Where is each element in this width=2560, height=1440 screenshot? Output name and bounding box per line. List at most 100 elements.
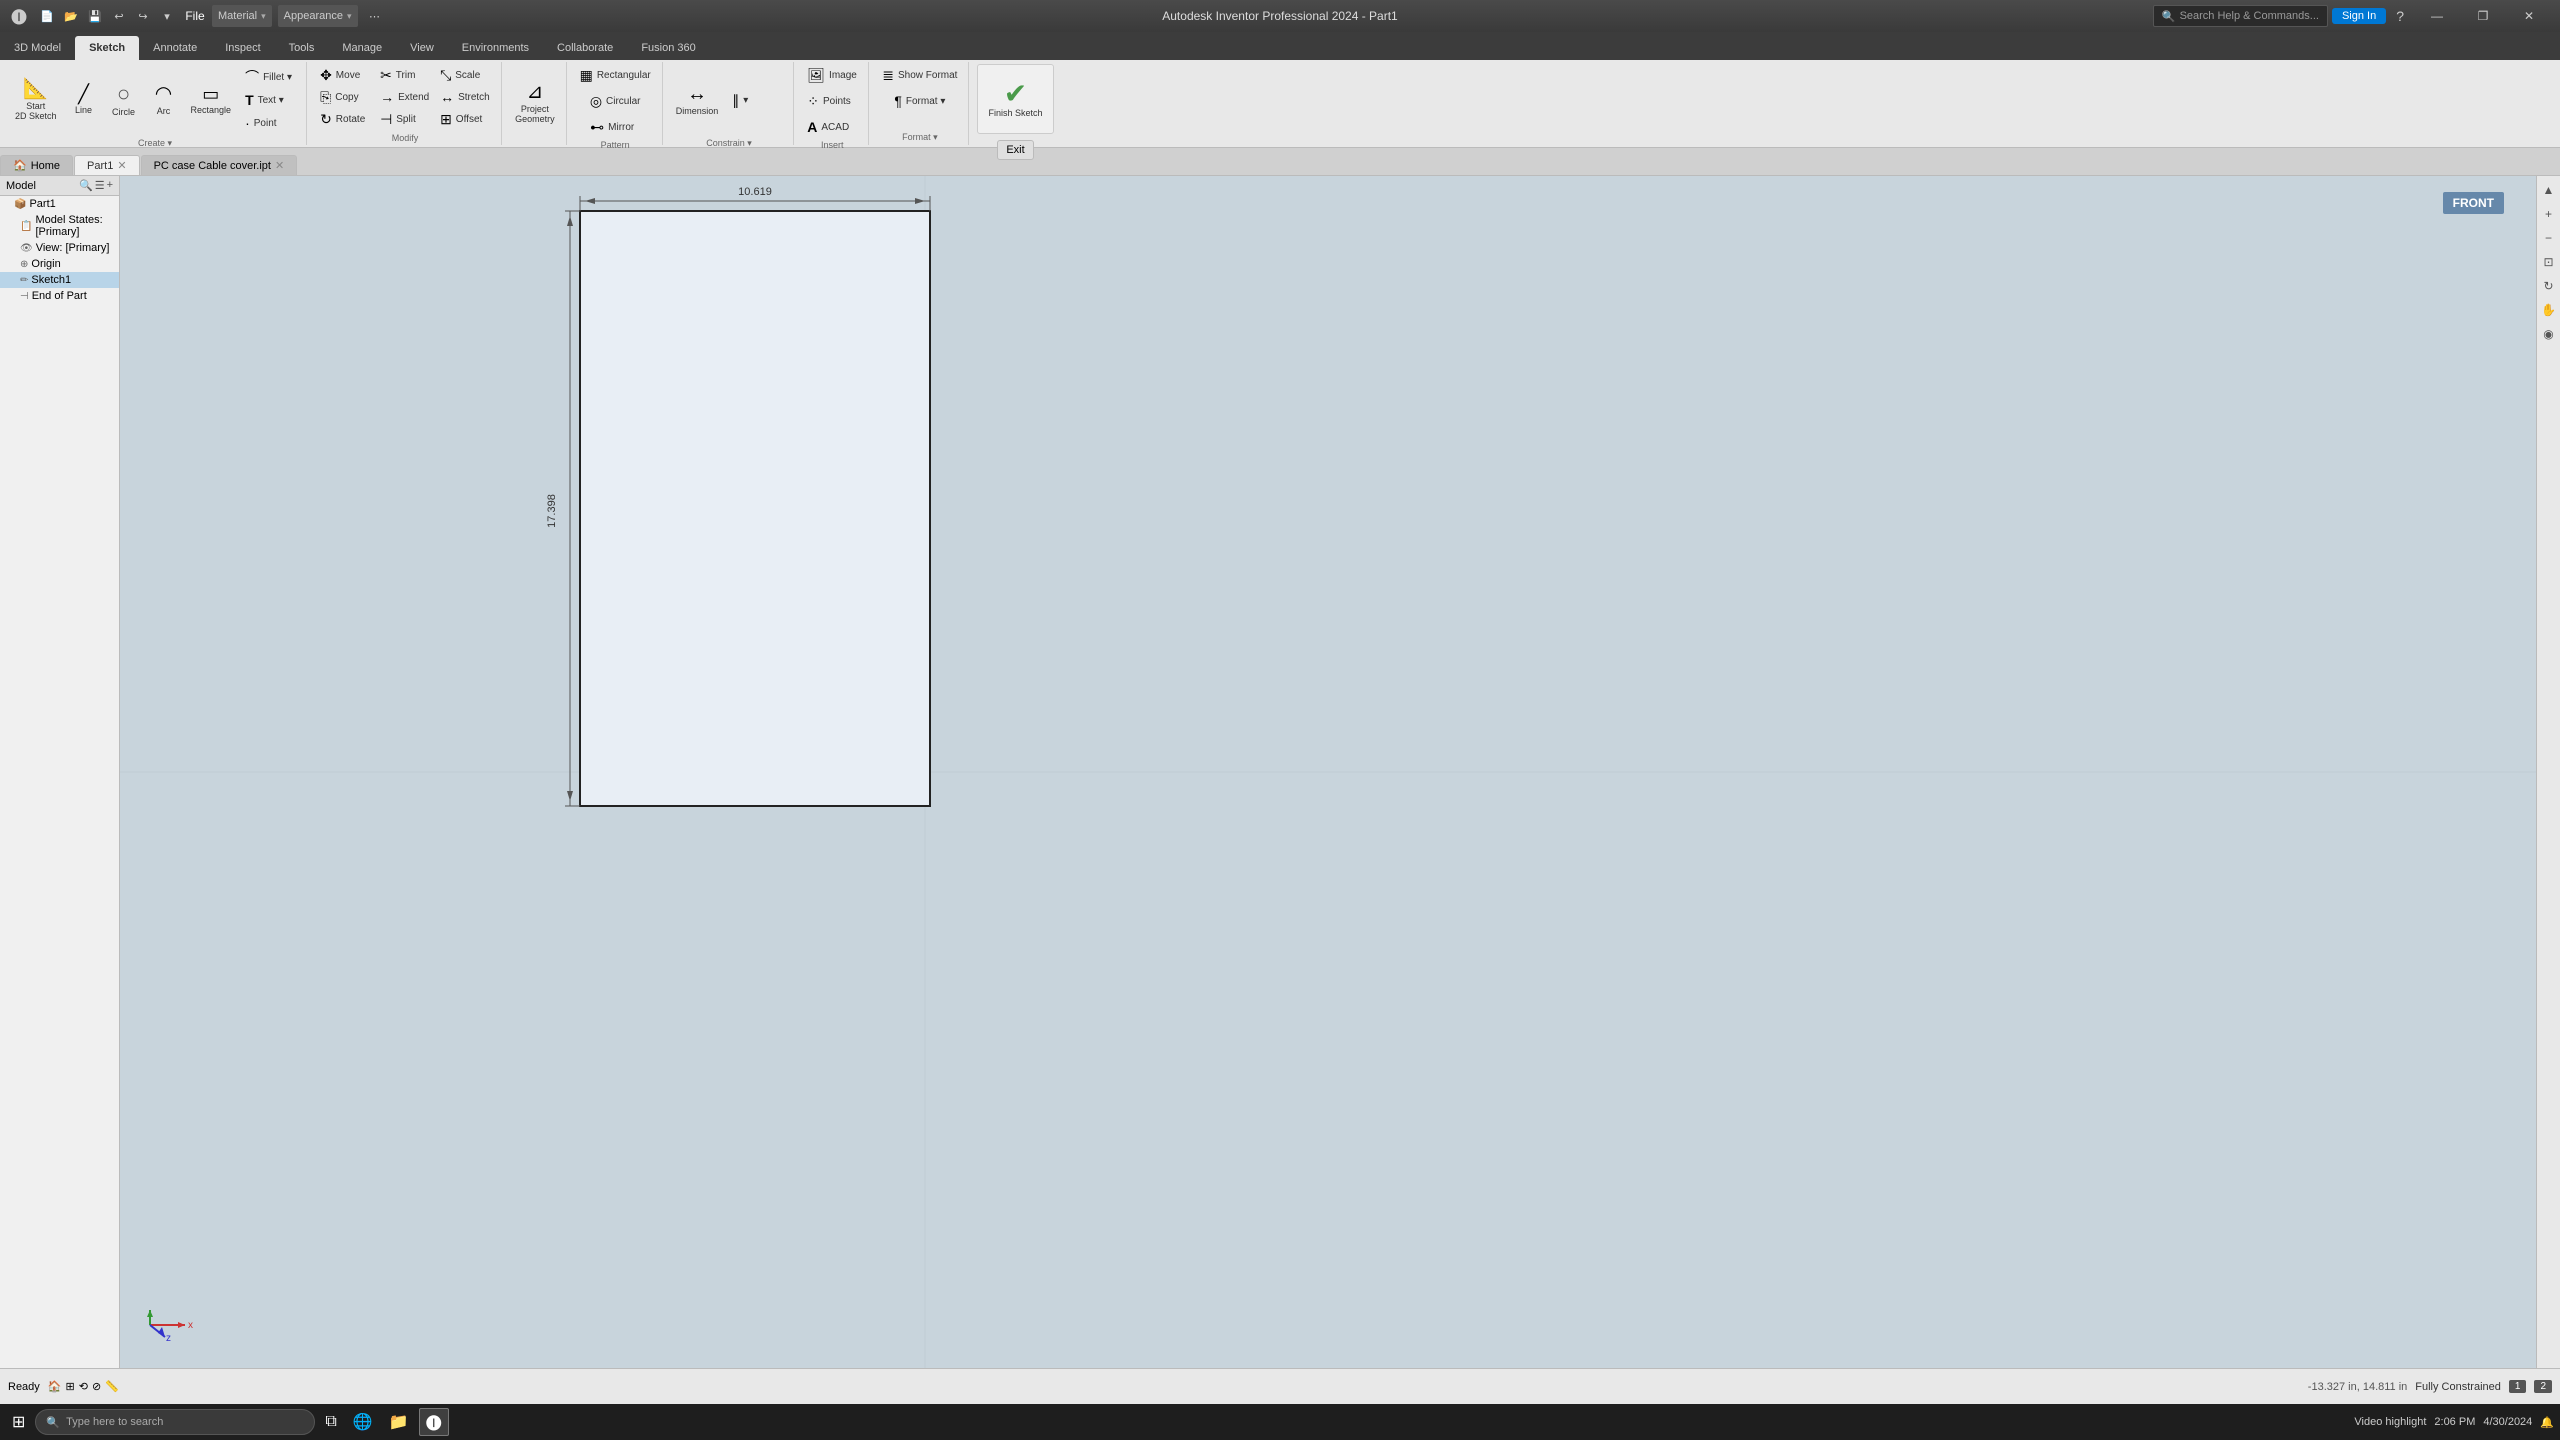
model-search-button[interactable]: 🔍	[79, 179, 93, 192]
line-icon: ╱	[78, 85, 89, 103]
tab-fusion360[interactable]: Fusion 360	[627, 36, 709, 60]
point-button[interactable]: · Point	[240, 112, 300, 134]
tab-sketch[interactable]: Sketch	[75, 36, 139, 60]
origin-icon: ⊕	[20, 259, 28, 270]
trim-button[interactable]: ✂ Trim	[375, 64, 435, 86]
rectangular-pattern-button[interactable]: ▦ Rectangular	[575, 64, 656, 86]
model-more-button[interactable]: ☰	[95, 179, 105, 192]
image-icon: 🖼	[807, 68, 825, 82]
edge-button[interactable]: 🌐	[347, 1408, 379, 1436]
file-menu-button[interactable]: File	[184, 5, 206, 27]
rotate-button[interactable]: ↻ Rotate	[315, 108, 375, 130]
doc-tab-pccase-close[interactable]: ✕	[275, 159, 284, 172]
stretch-button[interactable]: ↔ Stretch	[435, 86, 495, 108]
signin-button[interactable]: Sign In	[2332, 8, 2386, 24]
grid-btn[interactable]: ⊞	[66, 1380, 75, 1393]
undo-button[interactable]: ↩	[108, 5, 130, 27]
doc-tab-part1[interactable]: Part1 ✕	[74, 155, 140, 175]
tab-3dmodel[interactable]: 3D Model	[0, 36, 75, 60]
help-button[interactable]: ?	[2390, 6, 2410, 26]
text-button[interactable]: T Text ▾	[240, 89, 300, 111]
view-cube-button[interactable]: ▲	[2539, 180, 2559, 200]
tree-item-sketch1[interactable]: ✏ Sketch1	[0, 272, 119, 288]
more-tools-button[interactable]: ⋯	[364, 5, 386, 27]
finish-sketch-button[interactable]: ✔ Finish Sketch	[977, 64, 1053, 134]
minimize-button[interactable]: —	[2414, 0, 2460, 32]
points-button[interactable]: ⁘ Points	[802, 90, 862, 112]
show-format-button[interactable]: ≣ Show Format	[877, 64, 962, 86]
new-button[interactable]: 📄	[36, 5, 58, 27]
arc-button[interactable]: ◠ Arc	[146, 64, 182, 136]
rectangle-button[interactable]: ▭ Rectangle	[186, 64, 237, 136]
zoom-in-button[interactable]: +	[2539, 204, 2559, 224]
look-at-button[interactable]: ◉	[2539, 324, 2559, 344]
zoom-out-button[interactable]: −	[2539, 228, 2559, 248]
tree-item-origin[interactable]: ⊕ Origin	[0, 256, 119, 272]
material-dropdown[interactable]: Material ▾	[212, 5, 272, 27]
offset-button[interactable]: ⊞ Offset	[435, 108, 495, 130]
tree-item-model-states[interactable]: 📋 Model States: [Primary]	[0, 212, 119, 240]
explorer-button[interactable]: 📁	[383, 1408, 415, 1436]
end-of-part-icon: ⊣	[20, 291, 29, 302]
tab-view[interactable]: View	[396, 36, 448, 60]
redo-button[interactable]: ↪	[132, 5, 154, 27]
doc-tab-pccase[interactable]: PC case Cable cover.ipt ✕	[141, 155, 298, 175]
tab-inspect[interactable]: Inspect	[211, 36, 274, 60]
left-panel: Model 🔍 ☰ + 📦 Part1 📋 Model States: [Pri…	[0, 176, 120, 1368]
save-button[interactable]: 💾	[84, 5, 106, 27]
pan-button[interactable]: ✋	[2539, 300, 2559, 320]
taskbar-search[interactable]: 🔍 Type here to search	[35, 1409, 315, 1435]
doc-tab-home[interactable]: 🏠 Home	[0, 155, 73, 175]
qa-more-button[interactable]: ▾	[156, 5, 178, 27]
circle-button[interactable]: ○ Circle	[106, 64, 142, 136]
inventor-taskbar-button[interactable]: 🅘	[419, 1408, 449, 1436]
tab-collaborate[interactable]: Collaborate	[543, 36, 627, 60]
tab-environments[interactable]: Environments	[448, 36, 543, 60]
main-area: Model 🔍 ☰ + 📦 Part1 📋 Model States: [Pri…	[0, 176, 2560, 1368]
folder-icon: 📁	[389, 1412, 409, 1432]
scale-button[interactable]: ⤡ Scale	[435, 64, 495, 86]
dimension-button[interactable]: ↔ Dimension	[671, 64, 724, 136]
exit-button[interactable]: Exit	[997, 140, 1033, 160]
extend-button[interactable]: → Extend	[375, 86, 435, 108]
tab-manage[interactable]: Manage	[328, 36, 396, 60]
circular-pattern-button[interactable]: ◎ Circular	[585, 90, 646, 112]
line-button[interactable]: ╱ Line	[66, 64, 102, 136]
start-2d-sketch-button[interactable]: 📐 Start2D Sketch	[10, 64, 62, 136]
model-add-button[interactable]: +	[107, 179, 113, 192]
doc-tab-part1-close[interactable]: ✕	[117, 159, 126, 172]
move-button[interactable]: ✥ Move	[315, 64, 375, 86]
mirror-button[interactable]: ⊷ Mirror	[585, 116, 645, 138]
notifications-button[interactable]: 🔔	[2540, 1416, 2554, 1429]
tab-annotate[interactable]: Annotate	[139, 36, 211, 60]
home-status-btn[interactable]: 🏠	[48, 1380, 62, 1393]
open-button[interactable]: 📂	[60, 5, 82, 27]
maximize-button[interactable]: ❐	[2460, 0, 2506, 32]
constrain-more-button[interactable]: ∥ ▾	[727, 89, 787, 111]
measure-btn[interactable]: 📏	[105, 1380, 119, 1393]
format-group-label: Format ▾	[902, 130, 938, 143]
snap-btn[interactable]: ⊘	[92, 1380, 101, 1393]
close-button[interactable]: ✕	[2506, 0, 2552, 32]
copy-button[interactable]: ⎘ Copy	[315, 86, 375, 108]
orientation-btn[interactable]: ⟲	[79, 1380, 88, 1393]
task-view-button[interactable]: ⧉	[319, 1408, 342, 1436]
split-button[interactable]: ⊣ Split	[375, 108, 435, 130]
points-label: Points	[823, 96, 851, 107]
canvas-area[interactable]: 10.619 17.398 FRONT x	[120, 176, 2536, 1368]
tree-item-view[interactable]: 👁 View: [Primary]	[0, 240, 119, 256]
project-geometry-button[interactable]: ⊿ ProjectGeometry	[510, 67, 560, 139]
tree-item-end-of-part[interactable]: ⊣ End of Part	[0, 288, 119, 304]
tab-tools[interactable]: Tools	[275, 36, 329, 60]
windows-start-button[interactable]: ⊞	[6, 1408, 31, 1436]
image-button[interactable]: 🖼 Image	[802, 64, 862, 86]
acad-button[interactable]: A ACAD	[802, 116, 862, 138]
fit-button[interactable]: ⊡	[2539, 252, 2559, 272]
finish-sketch-icon: ✔	[1004, 80, 1027, 108]
fillet-button[interactable]: ⌒ Fillet ▾	[240, 66, 300, 88]
tree-item-part1[interactable]: 📦 Part1	[0, 196, 119, 212]
orbit-button[interactable]: ↻	[2539, 276, 2559, 296]
appearance-dropdown[interactable]: Appearance ▾	[278, 5, 358, 27]
search-help-bar[interactable]: 🔍 Search Help & Commands...	[2153, 5, 2328, 27]
format-button[interactable]: ¶ Format ▾	[889, 90, 950, 112]
